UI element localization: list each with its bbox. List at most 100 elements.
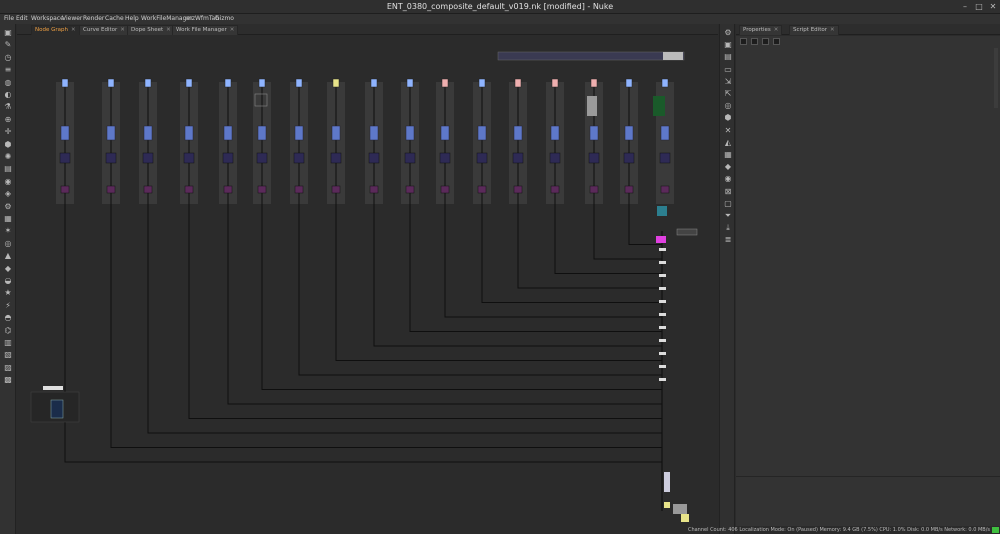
viewer-icon[interactable]: ▣: [3, 28, 13, 38]
grade-node[interactable]: [223, 125, 233, 141]
merge-node[interactable]: [659, 274, 666, 277]
lock-panel-icon[interactable]: [772, 38, 780, 45]
grade-node[interactable]: [143, 125, 153, 141]
dot-node[interactable]: [222, 152, 234, 164]
dot-node[interactable]: [293, 152, 305, 164]
write-node[interactable]: [664, 472, 670, 492]
grade-node[interactable]: [369, 125, 379, 141]
menu-workfilemanager[interactable]: WorkFileManager: [141, 15, 193, 22]
shuffle-node[interactable]: [440, 185, 450, 194]
node-cluster[interactable]: [676, 228, 698, 236]
left-node[interactable]: [50, 399, 64, 419]
read-node[interactable]: [590, 78, 598, 88]
transform-icon[interactable]: ✛: [3, 127, 13, 137]
grade-node[interactable]: [331, 125, 341, 141]
layers-icon[interactable]: ▦: [723, 150, 733, 160]
grade-node[interactable]: [106, 125, 116, 141]
other-icon[interactable]: ▦: [3, 214, 13, 224]
read-node[interactable]: [406, 78, 414, 88]
menu-gizmo[interactable]: Gizmo: [215, 15, 234, 22]
cara-icon[interactable]: ◒: [3, 276, 13, 286]
paint-icon[interactable]: ✎: [3, 40, 13, 50]
color-icon[interactable]: ◍: [3, 78, 13, 88]
preview-node[interactable]: [657, 206, 667, 216]
gear-icon[interactable]: ⚙: [723, 28, 733, 38]
metadata-icon[interactable]: ◈: [3, 189, 13, 199]
funnel-icon[interactable]: ⏷: [723, 211, 733, 221]
panel-divider[interactable]: [736, 476, 1000, 477]
merge-node[interactable]: [659, 378, 666, 381]
grade-node[interactable]: [624, 125, 634, 141]
frame-icon[interactable]: ▢: [723, 199, 733, 209]
dot-node[interactable]: [256, 152, 268, 164]
menu-help[interactable]: Help: [125, 15, 139, 22]
close-icon[interactable]: ✕: [774, 27, 779, 33]
menu-workspace[interactable]: Workspace: [31, 15, 64, 22]
tab-properties[interactable]: Properties ✕: [739, 25, 783, 35]
scrollbar[interactable]: [994, 48, 998, 108]
close-icon[interactable]: ✕: [830, 27, 835, 33]
grade-node[interactable]: [550, 125, 560, 141]
maximize-icon[interactable]: □: [974, 2, 984, 12]
import-icon[interactable]: ⇲: [723, 77, 733, 87]
merge-node[interactable]: [659, 326, 666, 329]
star-icon[interactable]: ★: [3, 288, 13, 298]
sticky-note[interactable]: [681, 514, 689, 522]
grade-node[interactable]: [294, 125, 304, 141]
lightning-icon[interactable]: ⚡: [3, 301, 13, 311]
read-node[interactable]: [144, 78, 152, 88]
node-graph-svg[interactable]: [17, 36, 718, 534]
furnace-icon[interactable]: ✶: [3, 226, 13, 236]
python-icon[interactable]: ⌬: [3, 326, 13, 336]
merge-node[interactable]: [659, 313, 666, 316]
close-icon[interactable]: ✕: [230, 27, 235, 33]
read-node[interactable]: [107, 78, 115, 88]
dot-node[interactable]: [59, 152, 71, 164]
dot-node[interactable]: [512, 152, 524, 164]
dot-node[interactable]: [142, 152, 154, 164]
shuffle-node[interactable]: [660, 185, 670, 194]
nukex-icon[interactable]: ▲: [3, 251, 13, 261]
read-icon[interactable]: ▣: [723, 40, 733, 50]
views-icon[interactable]: ◉: [3, 177, 13, 187]
tab-dope-sheet[interactable]: Dope Sheet ✕: [127, 25, 175, 35]
merge-node[interactable]: [659, 248, 666, 251]
close-icon[interactable]: ✕: [988, 2, 998, 12]
read-node[interactable]: [61, 78, 69, 88]
tab-curve-editor[interactable]: Curve Editor ✕: [79, 25, 129, 35]
camera-icon[interactable]: ◉: [723, 174, 733, 184]
shuffle-node[interactable]: [331, 185, 341, 194]
render-icon[interactable]: ◎: [723, 101, 733, 111]
dot-node[interactable]: [183, 152, 195, 164]
dot-node[interactable]: [588, 152, 600, 164]
clear-panels-icon[interactable]: [750, 38, 758, 45]
bottom-node[interactable]: [673, 504, 687, 514]
channel-icon[interactable]: ≡: [3, 65, 13, 75]
shuffle-node[interactable]: [143, 185, 153, 194]
merge-node-main[interactable]: [656, 236, 666, 243]
read-node[interactable]: [185, 78, 193, 88]
read-node[interactable]: [258, 78, 266, 88]
shuffle-node[interactable]: [257, 185, 267, 194]
dot-node[interactable]: [439, 152, 451, 164]
menu-edit[interactable]: Edit: [16, 15, 28, 22]
left-node-label[interactable]: [43, 386, 63, 390]
close-icon[interactable]: ✕: [71, 27, 76, 33]
keyframe-icon[interactable]: ◆: [723, 162, 733, 172]
node-graph-canvas[interactable]: [17, 36, 718, 534]
merge-node[interactable]: [659, 300, 666, 303]
close-icon[interactable]: ✕: [120, 27, 125, 33]
close-icon[interactable]: ✕: [166, 27, 171, 33]
ocula-icon[interactable]: ◎: [3, 239, 13, 249]
grade-node[interactable]: [257, 125, 267, 141]
sticky-note[interactable]: [664, 502, 670, 508]
max-panels-icon[interactable]: [740, 38, 747, 45]
toolsets-icon[interactable]: ⚙: [3, 202, 13, 212]
drop-icon[interactable]: ◭: [723, 138, 733, 148]
custom-icon[interactable]: ▩: [3, 375, 13, 385]
shuffle-node[interactable]: [477, 185, 487, 194]
merge-node[interactable]: [659, 352, 666, 355]
shuffle-node[interactable]: [405, 185, 415, 194]
menu-render[interactable]: Render: [83, 15, 104, 22]
dot-node[interactable]: [105, 152, 117, 164]
